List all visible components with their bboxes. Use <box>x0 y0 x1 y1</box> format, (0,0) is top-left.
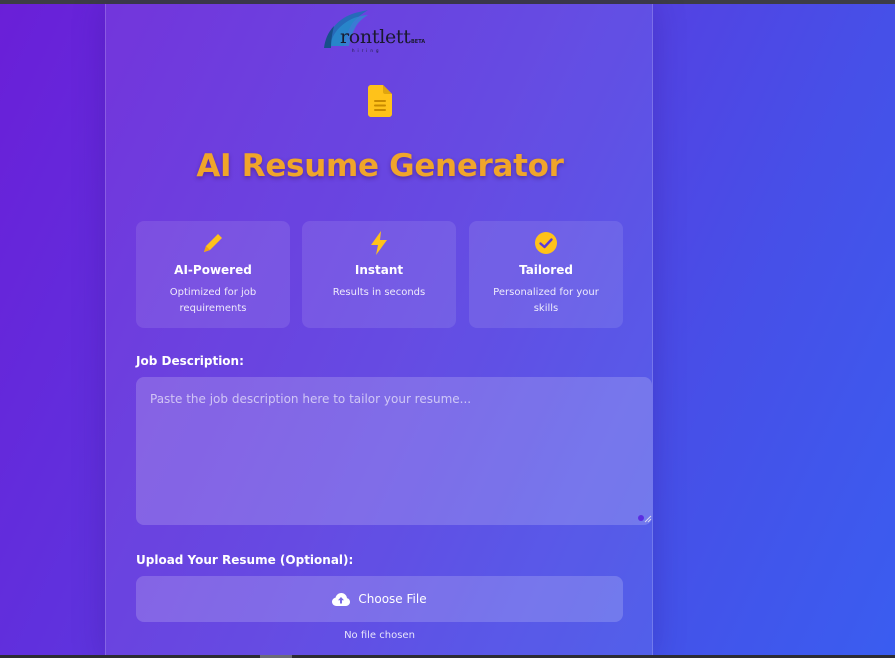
feature-title: AI-Powered <box>174 263 252 277</box>
job-description-label: Job Description: <box>136 354 244 368</box>
feature-description: Personalized for your skills <box>493 287 599 314</box>
upload-resume-label: Upload Your Resume (Optional): <box>136 553 354 567</box>
feature-card-ai-powered: AI-Powered Optimized for job requirement… <box>136 221 290 328</box>
brand-tagline: hiring <box>352 48 382 53</box>
check-circle-icon <box>535 232 557 254</box>
resize-handle-icon[interactable] <box>644 515 652 523</box>
beta-badge: BETA <box>411 39 426 45</box>
feature-description: Results in seconds <box>332 287 426 298</box>
brand-logo[interactable]: rontlett BETA hiring <box>322 6 432 58</box>
document-icon <box>368 85 392 117</box>
brand-name: rontlett <box>340 26 411 48</box>
feature-card-instant: Instant Results in seconds <box>302 221 456 328</box>
choose-file-label: Choose File <box>358 592 427 606</box>
job-description-input[interactable] <box>136 377 652 525</box>
pencil-icon <box>204 234 222 252</box>
page-title: AI Resume Generator <box>196 148 564 184</box>
choose-file-button[interactable]: Choose File <box>136 576 623 622</box>
feature-title: Instant <box>354 263 404 277</box>
feature-title: Tailored <box>519 263 573 277</box>
cloud-upload-icon <box>332 592 351 606</box>
lightning-icon <box>371 231 387 255</box>
file-status-text: No file chosen <box>344 630 415 641</box>
feature-description: Optimized for job requirements <box>169 287 257 314</box>
feature-card-tailored: Tailored Personalized for your skills <box>469 221 623 328</box>
